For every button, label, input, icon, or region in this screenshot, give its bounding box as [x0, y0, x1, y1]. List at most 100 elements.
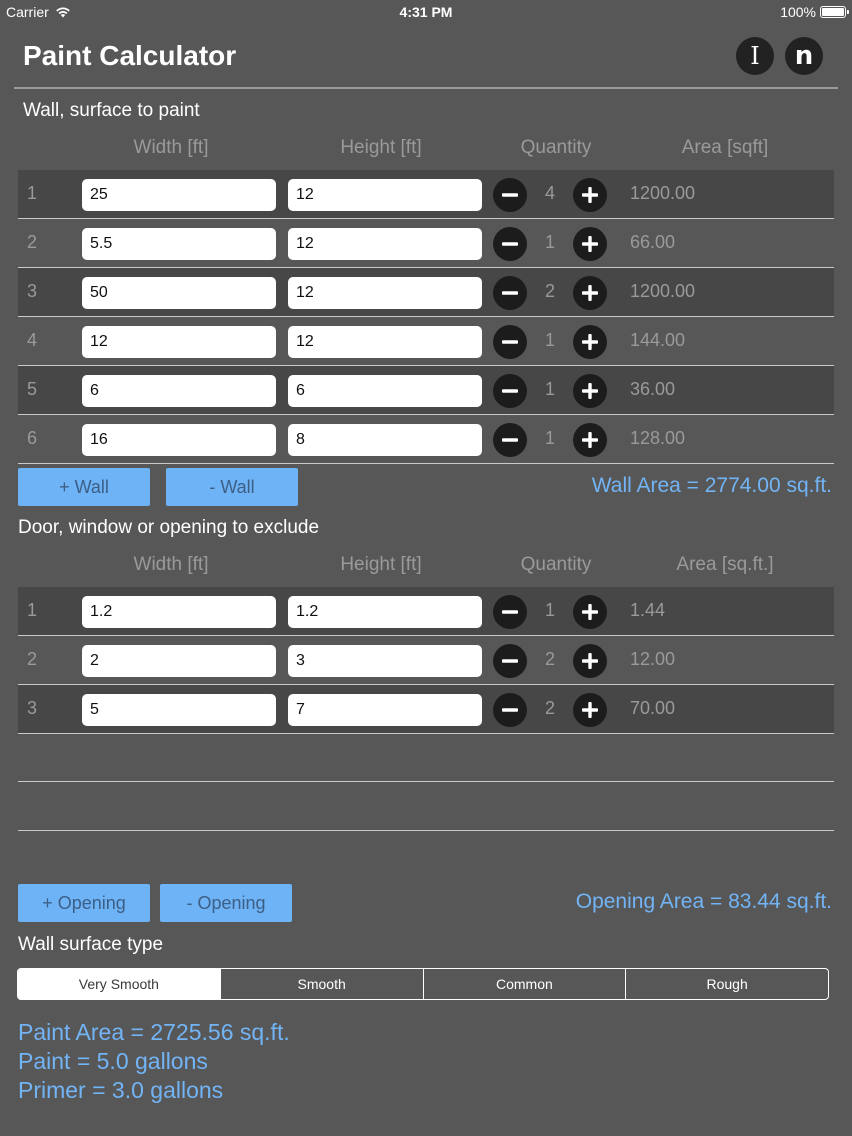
row-number: 1 — [27, 183, 38, 203]
height-input[interactable] — [288, 424, 482, 456]
decrease-quantity-button[interactable] — [493, 423, 527, 457]
row-number: 2 — [27, 649, 38, 669]
decrease-quantity-button[interactable] — [493, 227, 527, 261]
wall-col-area: Area [sqft] — [681, 137, 769, 158]
quantity-value: 1 — [544, 330, 555, 350]
decrease-quantity-button[interactable] — [493, 644, 527, 678]
wall-section-label: Wall, surface to paint — [23, 100, 200, 121]
decrease-quantity-button[interactable] — [493, 276, 527, 310]
n-button[interactable]: n — [785, 37, 823, 75]
header-divider — [14, 87, 838, 89]
status-battery: 100% — [780, 4, 849, 20]
increase-quantity-button[interactable] — [573, 595, 607, 629]
increase-quantity-button[interactable] — [573, 276, 607, 310]
decrease-quantity-button[interactable] — [493, 374, 527, 408]
add-opening-button[interactable]: + Opening — [18, 884, 150, 922]
width-input[interactable] — [82, 596, 276, 628]
surface-option-common[interactable]: Common — [422, 969, 626, 999]
opening-section-label: Door, window or opening to exclude — [18, 517, 320, 538]
plus-icon — [582, 285, 598, 301]
wall-col-width: Width [ft] — [133, 137, 209, 158]
battery-icon — [820, 6, 849, 18]
paint-area-result: Paint Area = 2725.56 sq.ft. — [18, 1019, 290, 1045]
width-input[interactable] — [82, 694, 276, 726]
plus-icon — [582, 653, 598, 669]
battery-percent: 100% — [780, 4, 816, 20]
minus-icon — [502, 193, 518, 197]
plus-icon — [582, 334, 598, 350]
area-value: 70.00 — [630, 698, 676, 718]
surface-option-rough[interactable]: Rough — [625, 969, 828, 999]
width-input[interactable] — [82, 179, 276, 211]
wall-col-quantity: Quantity — [520, 137, 592, 158]
height-input[interactable] — [288, 179, 482, 211]
width-input[interactable] — [82, 326, 276, 358]
width-input[interactable] — [82, 375, 276, 407]
row-number: 5 — [27, 379, 38, 399]
width-input[interactable] — [82, 228, 276, 260]
increase-quantity-button[interactable] — [573, 374, 607, 408]
table-row: 111.44 — [18, 587, 834, 636]
row-divider — [18, 463, 834, 464]
width-input[interactable] — [82, 277, 276, 309]
surface-option-smooth[interactable]: Smooth — [219, 969, 423, 999]
quantity-value: 2 — [544, 698, 555, 718]
area-value: 12.00 — [630, 649, 676, 669]
width-input[interactable] — [82, 424, 276, 456]
decrease-quantity-button[interactable] — [493, 178, 527, 212]
height-input[interactable] — [288, 375, 482, 407]
quantity-value: 1 — [544, 428, 555, 448]
minus-icon — [502, 610, 518, 614]
table-row: 6 1 128.00 — [18, 415, 834, 464]
height-input[interactable] — [288, 326, 482, 358]
quantity-value: 1 — [544, 379, 555, 399]
increase-quantity-button[interactable] — [573, 227, 607, 261]
minus-icon — [502, 438, 518, 442]
decrease-quantity-button[interactable] — [493, 325, 527, 359]
quantity-value: 4 — [544, 183, 555, 203]
increase-quantity-button[interactable] — [573, 325, 607, 359]
opening-col-area: Area [sq.ft.] — [676, 554, 774, 575]
height-input[interactable] — [288, 596, 482, 628]
decrease-quantity-button[interactable] — [493, 693, 527, 727]
area-value: 1.44 — [630, 600, 666, 620]
height-input[interactable] — [288, 277, 482, 309]
increase-quantity-button[interactable] — [573, 423, 607, 457]
minus-icon — [502, 708, 518, 712]
plus-icon — [582, 236, 598, 252]
height-input[interactable] — [288, 694, 482, 726]
row-number: 3 — [27, 698, 38, 718]
increase-quantity-button[interactable] — [573, 178, 607, 212]
empty-row-divider — [18, 830, 834, 831]
minus-icon — [502, 389, 518, 393]
height-input[interactable] — [288, 645, 482, 677]
row-number: 3 — [27, 281, 38, 301]
row-number: 1 — [27, 600, 38, 620]
surface-option-very-smooth[interactable]: Very Smooth — [18, 969, 220, 999]
remove-wall-button[interactable]: - Wall — [166, 468, 298, 506]
page-title: Paint Calculator — [23, 40, 237, 71]
table-row: 4 1 144.00 — [18, 317, 834, 366]
remove-opening-button[interactable]: - Opening — [160, 884, 292, 922]
table-row: 2 2 12.00 — [18, 636, 834, 685]
row-number: 4 — [27, 330, 38, 350]
opening-col-height: Height [ft] — [340, 554, 422, 575]
area-value: 128.00 — [630, 428, 686, 448]
primer-gallons-result: Primer = 3.0 gallons — [18, 1077, 224, 1103]
quantity-value: 1 — [544, 600, 555, 620]
info-button[interactable]: I — [736, 37, 774, 75]
opening-area-total: Opening Area = 83.44 sq.ft. — [575, 890, 832, 913]
minus-icon — [502, 340, 518, 344]
status-time: 4:31 PM — [399, 4, 453, 20]
plus-icon — [582, 432, 598, 448]
minus-icon — [502, 242, 518, 246]
height-input[interactable] — [288, 228, 482, 260]
add-wall-button[interactable]: + Wall — [18, 468, 150, 506]
decrease-quantity-button[interactable] — [493, 595, 527, 629]
area-value: 66.00 — [630, 232, 676, 252]
increase-quantity-button[interactable] — [573, 644, 607, 678]
width-input[interactable] — [82, 645, 276, 677]
area-value: 144.00 — [630, 330, 686, 350]
increase-quantity-button[interactable] — [573, 693, 607, 727]
table-row: 3 2 1200.00 — [18, 268, 834, 317]
